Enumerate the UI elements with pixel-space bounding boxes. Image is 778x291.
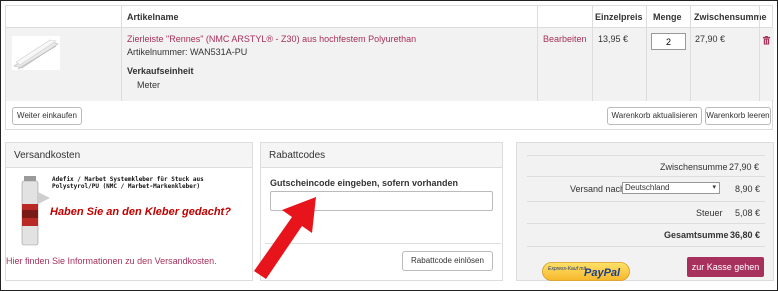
edit-link[interactable]: Bearbeiten <box>543 34 587 44</box>
divider <box>527 246 765 247</box>
delete-cell <box>760 28 774 101</box>
divider <box>527 176 765 177</box>
cart-table: Artikelname Einzelpreis Menge Zwischensu… <box>5 5 774 101</box>
cart-item-row: Zierleiste "Rennes" (NMC ARSTYL® - Z30) … <box>6 28 774 101</box>
quantity-input[interactable] <box>651 33 686 50</box>
divider <box>527 201 765 202</box>
header-unit-price: Einzelpreis <box>595 12 643 22</box>
sales-unit-label: Verkaufseinheit <box>127 66 194 76</box>
sales-unit-value: Meter <box>137 80 161 90</box>
unit-price: 13,95 € <box>598 34 629 44</box>
paypal-small-text: Express-Kauf mit <box>548 266 587 272</box>
glue-ad-description: Adefix / Marbet Systemkleber für Stuck a… <box>52 176 204 190</box>
product-image[interactable] <box>12 36 60 70</box>
coupon-code-label: Gutscheincode eingeben, sofern vorhanden <box>270 178 459 188</box>
shipping-panel-title: Versandkosten <box>6 143 252 168</box>
paypal-express-button[interactable]: Express-Kauf mit PayPal <box>542 262 630 281</box>
shipping-country-label: Versand nach <box>570 184 626 194</box>
update-cart-button[interactable]: Warenkorb aktualisieren <box>607 107 702 125</box>
header-subtotal: Zwischensumme <box>694 12 767 22</box>
divider <box>527 223 765 224</box>
product-name-link[interactable]: Zierleiste "Rennes" (NMC ARSTYL® - Z30) … <box>127 34 537 44</box>
product-image-cell <box>6 28 121 101</box>
product-sku: Artikelnummer: WAN531A-PU <box>127 47 248 57</box>
tax-value: 5,08 € <box>735 208 761 218</box>
tax-label: Steuer <box>696 208 723 218</box>
grand-total-value: 36,80 € <box>730 230 761 240</box>
edit-cell: Bearbeiten <box>538 28 592 101</box>
item-subtotal: 27,90 € <box>695 34 726 44</box>
trash-icon[interactable] <box>762 36 771 45</box>
grand-total-label: Gesamtsumme <box>664 230 729 240</box>
quantity-cell <box>647 28 690 101</box>
apply-coupon-button[interactable]: Rabattcode einlösen <box>402 251 493 271</box>
cart-actions-bar: Weiter einkaufen Warenkorb aktualisieren… <box>5 100 773 130</box>
divider <box>527 155 765 156</box>
product-info-cell: Zierleiste "Rennes" (NMC ARSTYL® - Z30) … <box>122 28 537 101</box>
glue-ad-headline: Haben Sie an den Kleber gedacht? <box>50 206 231 218</box>
clear-cart-button[interactable]: Warenkorb leeren <box>705 107 771 125</box>
coupon-panel-title: Rabattcodes <box>261 143 502 168</box>
shipping-info-link[interactable]: Hier finden Sie Informationen zu den Ver… <box>6 256 217 266</box>
subtotal-cell: 27,90 € <box>691 28 759 101</box>
shipping-country-value: Deutschland <box>625 183 670 192</box>
paypal-logo-text: PayPal <box>584 267 621 279</box>
chevron-down-icon: ▾ <box>712 184 716 191</box>
continue-shopping-button[interactable]: Weiter einkaufen <box>12 107 82 125</box>
header-article-name: Artikelname <box>127 12 179 22</box>
unit-price-cell: 13,95 € <box>593 28 646 101</box>
shipping-cost-value: 8,90 € <box>735 184 761 194</box>
subtotal-label: Zwischensumme <box>660 162 728 172</box>
header-quantity: Menge <box>653 12 682 22</box>
shipping-country-select[interactable]: Deutschland ▾ <box>622 182 720 194</box>
arrow-annotation-icon <box>254 197 316 279</box>
subtotal-value: 27,90 € <box>729 162 760 172</box>
checkout-button[interactable]: zur Kasse gehen <box>687 257 764 277</box>
